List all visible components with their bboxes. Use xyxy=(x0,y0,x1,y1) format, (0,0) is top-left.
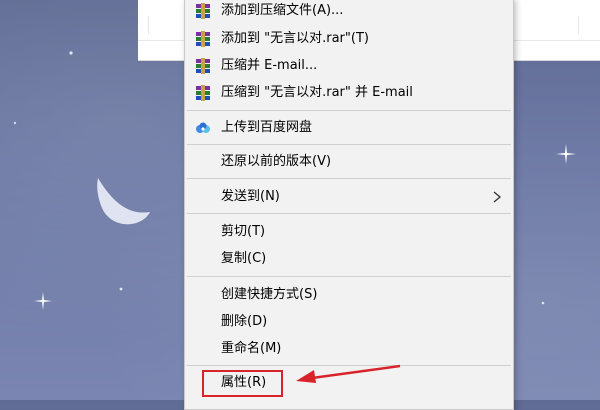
menu-item-label: 上传到百度网盘 xyxy=(221,120,313,135)
star-icon xyxy=(34,292,52,310)
menu-item-label: 还原以前的版本(V) xyxy=(221,154,332,169)
menu-item-add-to-rar[interactable]: 添加到 "无言以对.rar"(T) xyxy=(185,27,513,51)
menu-item-add-to-archive[interactable]: 添加到压缩文件(A)... xyxy=(185,0,513,23)
menu-separator xyxy=(187,144,511,145)
menu-separator xyxy=(187,110,511,111)
context-menu: 添加到压缩文件(A)... 添加到 "无言以对.rar"(T) 压缩并 E-ma… xyxy=(184,0,514,410)
menu-separator xyxy=(187,178,511,179)
annotation-arrow-icon xyxy=(296,364,401,383)
winrar-icon xyxy=(196,85,210,101)
menu-separator xyxy=(187,276,511,277)
menu-item-send-to[interactable]: 发送到(N) xyxy=(185,185,513,209)
menu-item-delete[interactable]: 删除(D) xyxy=(185,310,513,334)
menu-item-label: 添加到压缩文件(A)... xyxy=(221,3,344,18)
menu-item-label: 复制(C) xyxy=(221,251,267,266)
menu-item-label: 压缩到 "无言以对.rar" 并 E-mail xyxy=(221,85,413,100)
winrar-icon xyxy=(196,3,210,19)
menu-item-label: 创建快捷方式(S) xyxy=(221,287,318,302)
menu-item-upload-baidu[interactable]: 上传到百度网盘 xyxy=(185,116,513,140)
star-icon xyxy=(69,51,73,55)
menu-item-compress-rar-email[interactable]: 压缩到 "无言以对.rar" 并 E-mail xyxy=(185,81,513,105)
menu-item-label: 剪切(T) xyxy=(221,224,266,239)
star-icon xyxy=(13,121,17,125)
column-divider xyxy=(148,16,149,34)
star-icon xyxy=(119,287,123,291)
winrar-icon xyxy=(196,58,210,74)
menu-item-label: 发送到(N) xyxy=(221,189,280,204)
baidu-netdisk-icon xyxy=(196,122,210,133)
moon-icon xyxy=(97,178,150,225)
menu-item-restore-versions[interactable]: 还原以前的版本(V) xyxy=(185,150,513,174)
menu-item-label: 添加到 "无言以对.rar"(T) xyxy=(221,31,369,46)
menu-item-create-shortcut[interactable]: 创建快捷方式(S) xyxy=(185,283,513,307)
menu-item-label: 压缩并 E-mail... xyxy=(221,58,318,73)
menu-item-cut[interactable]: 剪切(T) xyxy=(185,220,513,244)
chevron-right-icon xyxy=(493,191,501,203)
menu-item-rename[interactable]: 重命名(M) xyxy=(185,337,513,361)
menu-item-label: 重命名(M) xyxy=(221,341,282,356)
menu-item-copy[interactable]: 复制(C) xyxy=(185,247,513,271)
menu-item-label: 删除(D) xyxy=(221,314,268,329)
highlight-box xyxy=(202,370,283,397)
menu-separator xyxy=(187,213,511,214)
menu-item-compress-email[interactable]: 压缩并 E-mail... xyxy=(185,54,513,78)
star-icon xyxy=(541,301,545,305)
winrar-icon xyxy=(196,31,210,47)
column-divider xyxy=(578,16,579,34)
star-icon xyxy=(556,144,576,164)
